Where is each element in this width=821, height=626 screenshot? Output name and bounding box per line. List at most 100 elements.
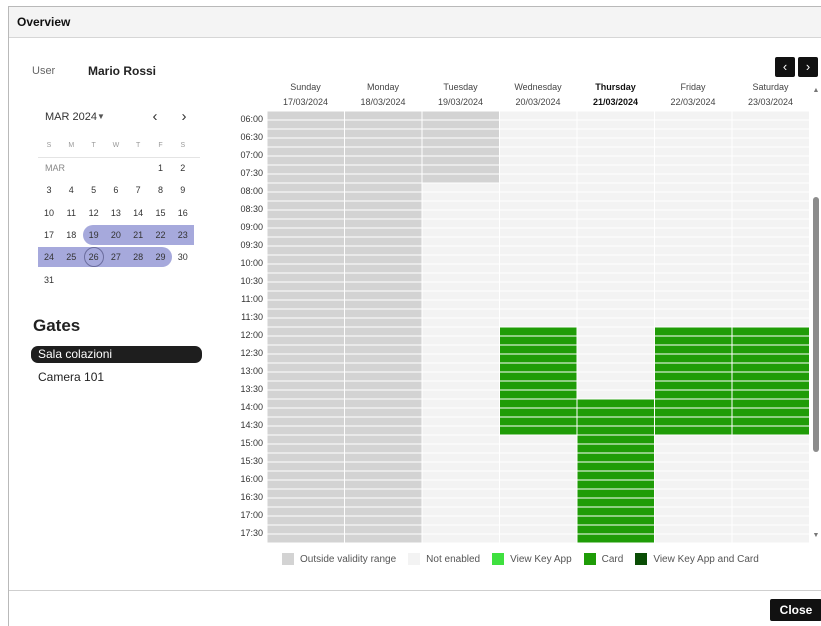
schedule-cell[interactable] [499,497,578,508]
schedule-cell[interactable] [267,119,345,130]
schedule-cell[interactable] [421,389,500,400]
calendar-day[interactable]: 9 [172,179,194,201]
schedule-cell[interactable] [344,533,423,543]
schedule-cell[interactable] [731,524,810,535]
schedule-cell[interactable] [267,236,345,247]
schedule-cell[interactable] [576,128,655,139]
schedule-cell[interactable] [731,164,810,175]
schedule-cell[interactable] [731,146,810,157]
schedule-cell[interactable] [654,362,733,373]
schedule-cell[interactable] [267,479,345,490]
schedule-cell[interactable] [499,272,578,283]
schedule-cell[interactable] [421,398,500,409]
schedule-cell[interactable] [576,389,655,400]
schedule-cell[interactable] [731,353,810,364]
schedule-cell[interactable] [654,119,733,130]
schedule-cell[interactable] [576,398,655,409]
schedule-cell[interactable] [654,515,733,526]
schedule-cell[interactable] [654,317,733,328]
schedule-cell[interactable] [576,119,655,130]
schedule-cell[interactable] [731,362,810,373]
schedule-cell[interactable] [654,407,733,418]
schedule-cell[interactable] [654,290,733,301]
schedule-cell[interactable] [267,111,345,121]
schedule-cell[interactable] [344,236,423,247]
schedule-cell[interactable] [499,506,578,517]
schedule-cell[interactable] [499,209,578,220]
schedule-cell[interactable] [731,263,810,274]
schedule-cell[interactable] [344,398,423,409]
schedule-cell[interactable] [421,245,500,256]
schedule-cell[interactable] [421,182,500,193]
schedule-cell[interactable] [344,245,423,256]
schedule-cell[interactable] [267,290,345,301]
calendar-day[interactable]: 1 [150,157,172,179]
schedule-cell[interactable] [421,353,500,364]
schedule-cell[interactable] [499,416,578,427]
schedule-cell[interactable] [267,272,345,283]
schedule-cell[interactable] [654,191,733,202]
calendar-day[interactable]: 30 [172,246,194,268]
calendar-day[interactable]: 24 [38,246,60,268]
schedule-cell[interactable] [654,398,733,409]
schedule-cell[interactable] [267,182,345,193]
schedule-cell[interactable] [267,389,345,400]
schedule-cell[interactable] [267,146,345,157]
schedule-cell[interactable] [731,326,810,337]
schedule-cell[interactable] [576,326,655,337]
schedule-cell[interactable] [421,434,500,445]
calendar-day[interactable]: 20 [105,224,127,246]
schedule-cell[interactable] [267,173,345,184]
schedule-cell[interactable] [421,524,500,535]
schedule-cell[interactable] [344,200,423,211]
schedule-cell[interactable] [344,488,423,499]
schedule-cell[interactable] [499,470,578,481]
calendar-day[interactable]: 3 [38,179,60,201]
schedule-cell[interactable] [731,470,810,481]
schedule-cell[interactable] [344,497,423,508]
schedule-cell[interactable] [576,497,655,508]
schedule-cell[interactable] [731,434,810,445]
schedule-cell[interactable] [344,461,423,472]
schedule-cell[interactable] [499,515,578,526]
schedule-cell[interactable] [499,362,578,373]
calendar-day[interactable]: 27 [105,246,127,268]
calendar-day[interactable]: 19 [83,224,105,246]
calendar-day[interactable]: 23 [172,224,194,246]
schedule-cell[interactable] [267,155,345,166]
calendar-day[interactable]: 29 [150,246,172,268]
gate-item[interactable]: Sala colazioni [31,346,202,363]
schedule-cell[interactable] [576,362,655,373]
schedule-cell[interactable] [421,407,500,418]
schedule-cell[interactable] [499,146,578,157]
schedule-cell[interactable] [731,380,810,391]
schedule-cell[interactable] [576,443,655,454]
schedule-cell[interactable] [576,200,655,211]
schedule-next-button[interactable]: › [798,57,818,77]
schedule-cell[interactable] [267,533,345,543]
schedule-cell[interactable] [421,263,500,274]
schedule-cell[interactable] [499,452,578,463]
calendar-day[interactable]: 4 [60,179,82,201]
schedule-cell[interactable] [421,416,500,427]
schedule-cell[interactable] [267,398,345,409]
schedule-cell[interactable] [576,182,655,193]
schedule-cell[interactable] [731,236,810,247]
schedule-cell[interactable] [499,434,578,445]
schedule-cell[interactable] [576,111,655,121]
schedule-cell[interactable] [344,479,423,490]
schedule-cell[interactable] [499,263,578,274]
schedule-cell[interactable] [421,227,500,238]
schedule-cell[interactable] [421,155,500,166]
schedule-cell[interactable] [499,326,578,337]
schedule-cell[interactable] [654,335,733,346]
schedule-cell[interactable] [576,371,655,382]
schedule-cell[interactable] [499,111,578,121]
calendar-day[interactable]: 7 [127,179,149,201]
schedule-cell[interactable] [421,470,500,481]
schedule-cell[interactable] [499,308,578,319]
schedule-cell[interactable] [344,416,423,427]
schedule-cell[interactable] [267,308,345,319]
schedule-cell[interactable] [421,119,500,130]
schedule-cell[interactable] [267,407,345,418]
